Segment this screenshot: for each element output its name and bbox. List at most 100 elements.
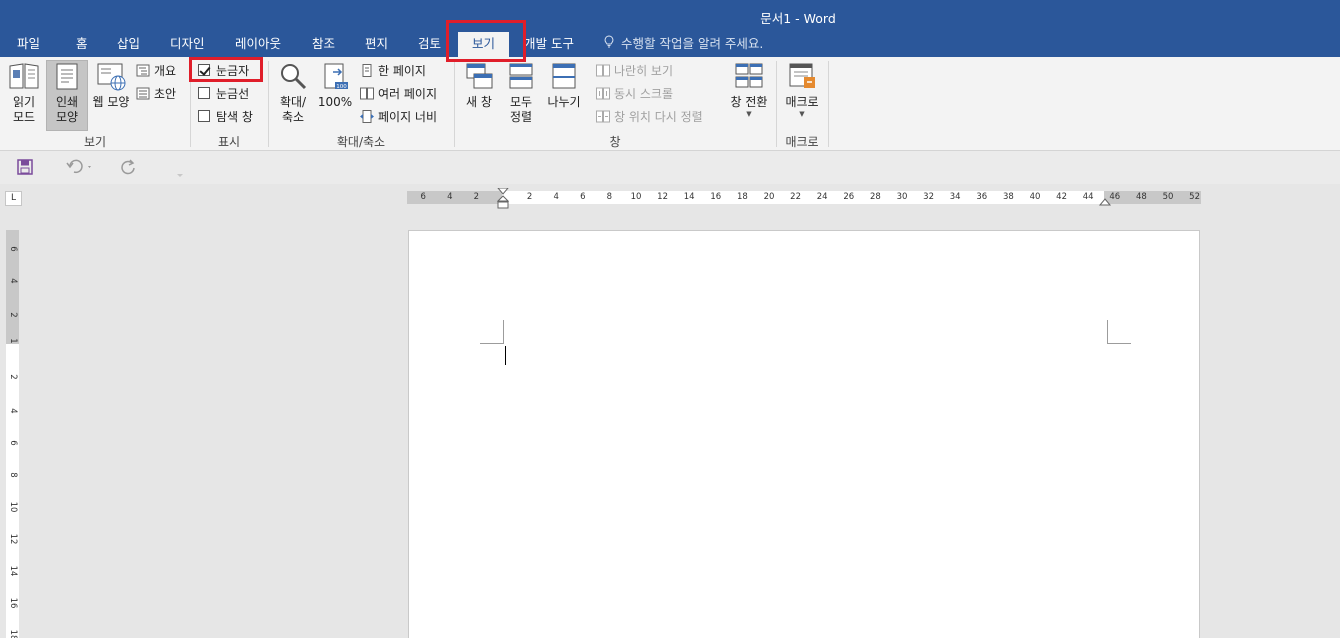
ruler-tick-label: 34 <box>949 192 961 202</box>
page-width-button[interactable]: 페이지 너비 <box>360 107 437 127</box>
zoom-group-label: 확대/축소 <box>336 135 386 149</box>
ruler-tick-label: 2 <box>8 312 18 318</box>
switch-windows-button[interactable]: 창 전환 ▼ <box>726 61 772 131</box>
side-by-side-button[interactable]: 나란히 보기 <box>596 61 673 81</box>
ruler-tick-label: 50 <box>1162 192 1174 202</box>
save-icon[interactable] <box>17 159 33 179</box>
outline-label: 개요 <box>154 64 177 78</box>
reset-window-position-icon <box>596 110 610 123</box>
read-mode-icon <box>9 63 39 89</box>
ruler-tick-label: 22 <box>790 192 802 202</box>
ruler-tick-label: 10 <box>8 501 18 513</box>
ruler-tick-label: 2 <box>526 192 533 202</box>
read-mode-label-2: 모드 <box>12 110 36 124</box>
multiple-pages-icon <box>360 87 374 100</box>
chevron-down-icon: ▼ <box>746 110 752 118</box>
arrange-all-icon <box>509 63 533 89</box>
zoom-100-label: 100% <box>317 95 353 109</box>
tab-home[interactable]: 홈 <box>76 32 88 57</box>
side-by-side-label: 나란히 보기 <box>614 64 674 78</box>
tab-mailings[interactable]: 편지 <box>365 32 388 57</box>
gridlines-check-icon <box>198 87 210 99</box>
sync-scroll-button[interactable]: 동시 스크롤 <box>596 84 673 104</box>
ruler-label: 눈금자 <box>216 64 250 78</box>
document-page[interactable] <box>408 230 1200 638</box>
draft-label: 초안 <box>154 87 177 101</box>
nav-pane-checkbox[interactable]: 탐색 창 <box>198 107 253 127</box>
ruler-checkbox[interactable]: 눈금자 <box>198 61 249 81</box>
print-layout-button[interactable]: 인쇄 모양 <box>46 60 88 131</box>
reset-window-position-label: 창 위치 다시 정렬 <box>614 110 703 124</box>
one-page-label: 한 페이지 <box>378 64 426 78</box>
zoom-100-button[interactable]: 100 100% <box>316 61 354 131</box>
tab-design[interactable]: 디자인 <box>170 32 205 57</box>
ruler-tick-label: 2 <box>8 374 18 380</box>
ruler-tick-label: 6 <box>8 246 18 252</box>
outline-button[interactable]: 개요 <box>136 61 176 81</box>
zoom-100-icon: 100 <box>324 63 348 90</box>
tab-references[interactable]: 참조 <box>312 32 335 57</box>
right-indent-marker-icon[interactable] <box>1099 198 1111 206</box>
web-layout-label: 웹 모양 <box>92 95 130 109</box>
multiple-pages-label: 여러 페이지 <box>378 87 438 101</box>
redo-icon[interactable] <box>120 159 136 179</box>
quick-access-toolbar <box>0 151 1340 184</box>
customize-qat-icon[interactable] <box>176 163 184 182</box>
ruler-tick-label: 30 <box>896 192 908 202</box>
tab-file[interactable]: 파일 <box>17 32 40 57</box>
new-window-icon <box>466 63 493 89</box>
ruler-tick-label: 6 <box>8 440 18 446</box>
tab-selector[interactable]: L <box>5 191 22 206</box>
macros-label: 매크로 <box>785 95 819 109</box>
web-layout-button[interactable]: 웹 모양 <box>90 61 132 131</box>
split-button[interactable]: 나누기 <box>544 61 584 131</box>
vertical-ruler[interactable]: 6 4 2 1 2 4 6 8 10 12 14 16 18 <box>6 230 19 638</box>
arrange-all-button[interactable]: 모두 정렬 <box>502 61 540 131</box>
tab-review[interactable]: 검토 <box>418 32 441 57</box>
split-label: 나누기 <box>547 95 581 109</box>
ruler-tick-label: 6 <box>420 192 426 202</box>
ruler-tick-label: 4 <box>447 192 453 202</box>
ruler-tick-label: 42 <box>1056 192 1068 202</box>
ruler-tick-label: 18 <box>736 192 748 202</box>
read-mode-button[interactable]: 읽기 모드 <box>4 61 44 131</box>
ruler-tick-label: 8 <box>606 192 613 202</box>
side-by-side-icon <box>596 64 610 77</box>
show-group-label: 표시 <box>217 135 241 149</box>
page-width-label: 페이지 너비 <box>378 110 438 124</box>
ruler-tick-label: 18 <box>8 629 18 638</box>
window-group-label: 창 <box>609 135 621 149</box>
tab-insert[interactable]: 삽입 <box>117 32 140 57</box>
ruler-tick-label: 36 <box>976 192 988 202</box>
zoom-button[interactable]: 확대/ 축소 <box>274 61 312 131</box>
ruler-tick-label: 1 <box>8 338 18 344</box>
draft-button[interactable]: 초안 <box>136 84 176 104</box>
zoom-label-2: 축소 <box>281 110 305 124</box>
macros-group-label: 매크로 <box>785 135 819 149</box>
macros-button[interactable]: 매크로 ▼ <box>780 61 824 131</box>
ruler-tick-label: 40 <box>1029 192 1041 202</box>
nav-pane-check-icon <box>198 110 210 122</box>
switch-windows-label: 창 전환 <box>730 95 768 109</box>
ruler-tick-label: 38 <box>1002 192 1014 202</box>
gridlines-checkbox[interactable]: 눈금선 <box>198 84 249 104</box>
tell-me-box[interactable]: 수행할 작업을 알려 주세요. <box>604 32 763 57</box>
top-left-margin-mark <box>480 320 504 344</box>
ruler-tick-label: 48 <box>1135 192 1147 202</box>
horizontal-ruler[interactable]: 6 4 2 2 4 6 8 10 12 14 16 18 20 22 24 26 28 30 32 34 36 38 40 4… <box>407 188 1201 209</box>
ruler-tick-label: 4 <box>8 278 18 284</box>
indent-markers-icon[interactable] <box>497 188 509 212</box>
tab-layout[interactable]: 레이아웃 <box>235 32 281 57</box>
one-page-button[interactable]: 한 페이지 <box>360 61 426 81</box>
multiple-pages-button[interactable]: 여러 페이지 <box>360 84 437 104</box>
ruler-tick-label: 12 <box>657 192 669 202</box>
tab-developer[interactable]: 개발 도구 <box>524 32 574 57</box>
undo-icon[interactable] <box>66 159 94 179</box>
reset-window-position-button[interactable]: 창 위치 다시 정렬 <box>596 107 703 127</box>
draft-icon <box>136 87 150 100</box>
tab-view[interactable]: 보기 <box>458 32 510 57</box>
ruler-tick-label: 16 <box>8 597 18 609</box>
outline-icon <box>136 64 150 77</box>
ruler-tick-label: 4 <box>8 408 18 414</box>
new-window-button[interactable]: 새 창 <box>460 61 498 131</box>
